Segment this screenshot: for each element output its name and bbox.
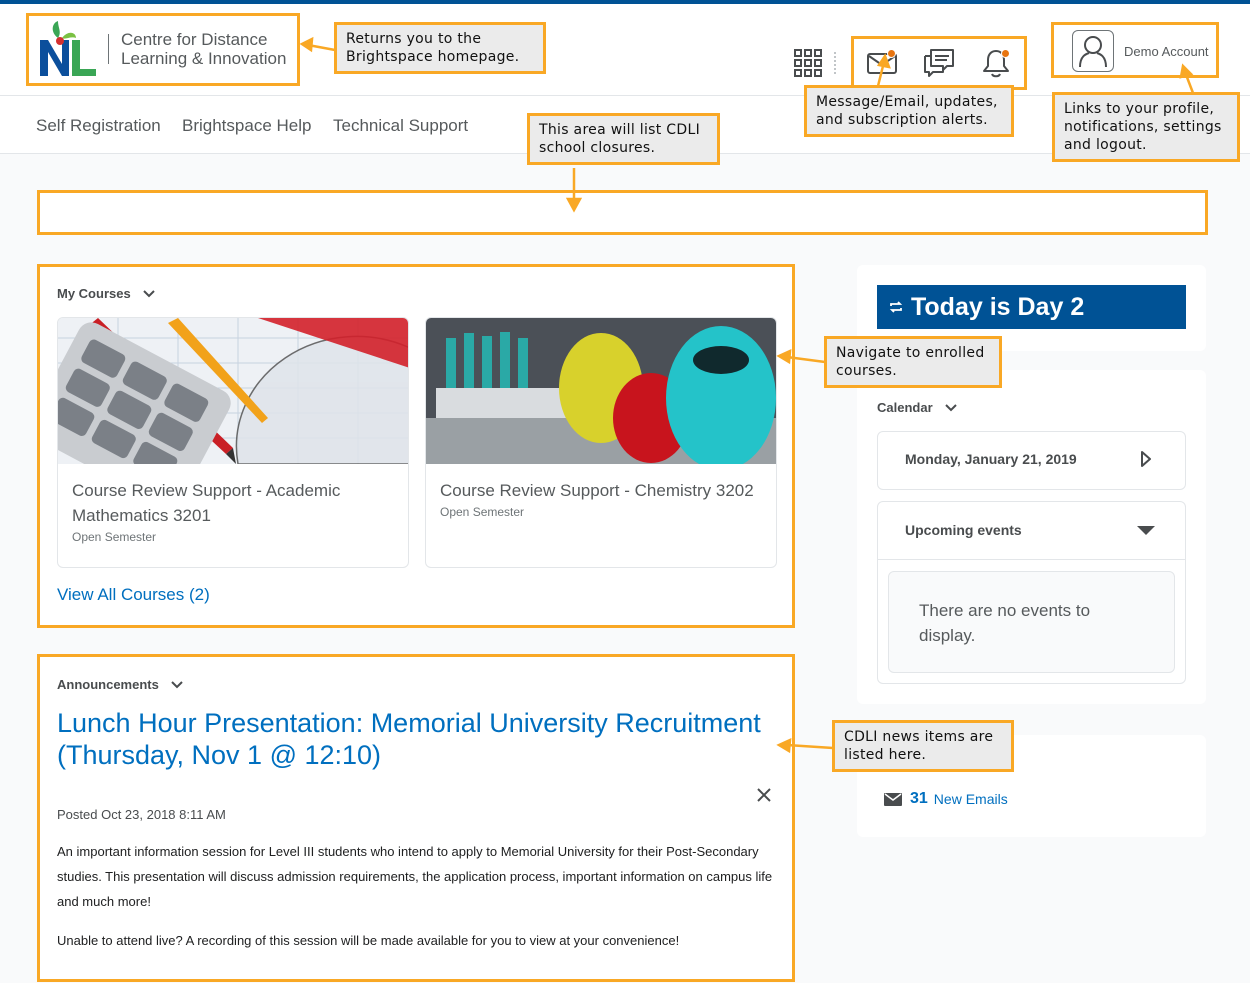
callout-closures: This area will list CDLI school closures… <box>527 113 720 165</box>
callout-home: Returns you to the Brightspace homepage. <box>334 22 546 74</box>
callout-profile: Links to your profile, notifications, se… <box>1052 92 1240 162</box>
callout-alerts: Message/Email, updates, and subscription… <box>804 85 1014 137</box>
callout-news: CDLI news items are listed here. <box>832 720 1014 772</box>
callout-courses: Navigate to enrolled courses. <box>824 336 1002 388</box>
